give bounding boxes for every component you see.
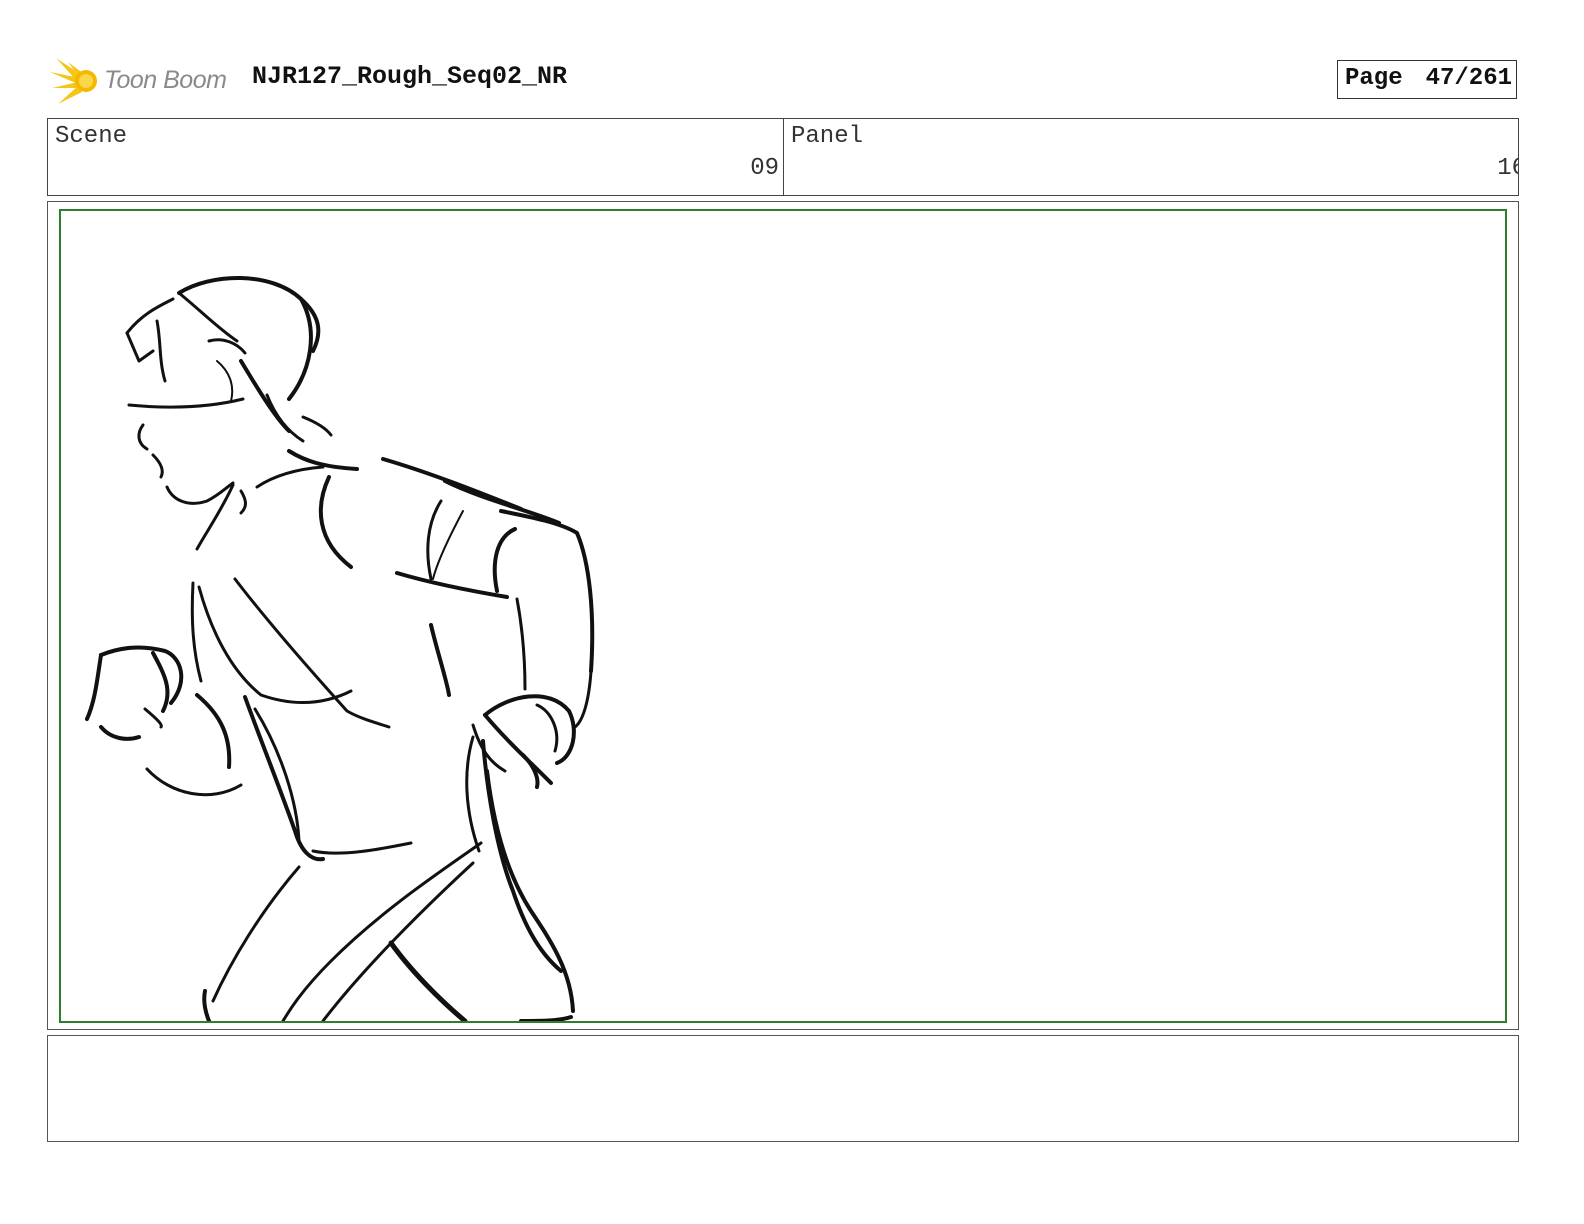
scene-cell: Scene 09 (48, 119, 784, 195)
panel-number: 16 (1497, 155, 1518, 182)
scene-panel-info: Scene 09 Panel 16 (47, 118, 1519, 196)
logo-text: Toon Boom (104, 66, 227, 94)
document-title: NJR127_Rough_Seq02_NR (252, 62, 568, 91)
page-counter: Page 47/261 (1337, 60, 1517, 99)
camera-safe-frame (59, 209, 1507, 1023)
panel-cell: Panel 16 (784, 119, 1518, 195)
panel-label: Panel (791, 123, 864, 150)
toon-boom-logo: Toon Boom (50, 56, 240, 108)
page-value: 47/261 (1425, 65, 1512, 92)
scene-number: 09 (750, 155, 779, 182)
sunburst-icon (50, 58, 97, 104)
scene-label: Scene (55, 123, 128, 150)
page-label: Page (1345, 65, 1403, 92)
storyboard-panel-frame (47, 201, 1519, 1030)
character-sketch (85, 276, 595, 1021)
notes-box (47, 1035, 1519, 1142)
